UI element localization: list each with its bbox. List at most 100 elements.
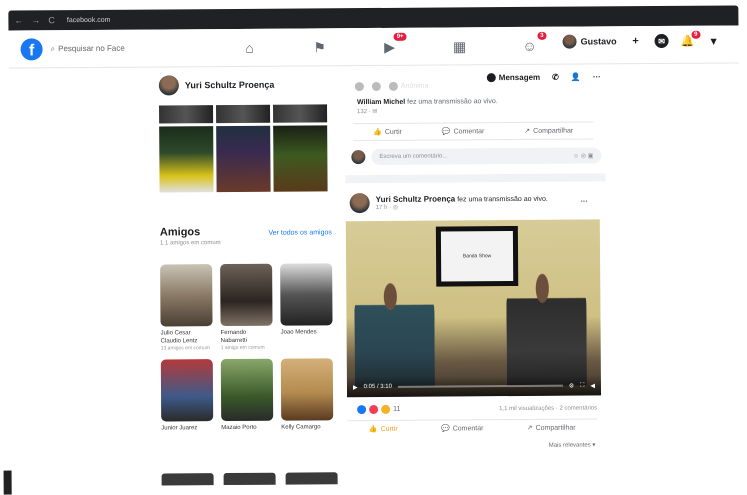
page-edge-shadow (3, 470, 12, 495)
share-icon: ↗ (524, 127, 531, 135)
message-button[interactable]: Mensagem (486, 73, 540, 83)
friend-card[interactable]: Kelly Camargo (280, 358, 334, 431)
home-icon[interactable]: ⌂ (239, 37, 261, 59)
photos-grid (159, 104, 332, 193)
post-author[interactable]: Yuri Schultz Proença (376, 194, 456, 204)
reload-icon[interactable]: C (48, 15, 55, 25)
profile-avatar[interactable] (158, 75, 179, 96)
friend-photo[interactable] (220, 358, 274, 422)
previous-post-meta: 132 · ✉ (357, 108, 378, 116)
thumbs-up-icon: 👍 (373, 128, 382, 136)
share-label: Compartilhar (533, 127, 574, 135)
friend-card[interactable]: Junior Juarez (160, 359, 214, 432)
tv-screen-text: Banda Show (440, 231, 514, 282)
video-glyph: ▶ (384, 38, 396, 55)
previous-post-action: fez uma transmissão ao vivo. (407, 98, 498, 106)
photo-thumb[interactable] (216, 125, 271, 193)
comment-tools-icons[interactable]: ☺ ◎ ▣ (573, 152, 593, 159)
friend-photo[interactable] (280, 263, 333, 326)
friends-grid: Julio Cesar Claudio Lentz 13 amigos em co… (160, 263, 334, 432)
profile-name[interactable]: Yuri Schultz Proença (185, 80, 275, 91)
photo-thumb[interactable] (216, 104, 271, 124)
post-views[interactable]: 1,1 mil visualizações · 2 comentários (499, 405, 597, 412)
share-button[interactable]: ↗ Compartilhar (527, 424, 576, 432)
fullscreen-icon[interactable]: ⛶ (580, 382, 584, 389)
friend-photo[interactable] (160, 359, 214, 422)
friend-name[interactable]: Fernando Nabarretti (221, 329, 273, 345)
friend-name[interactable]: Mazaio Porto (221, 424, 273, 432)
video-icon[interactable]: ▶ 9+ (379, 32, 407, 58)
feed-separator (345, 173, 606, 184)
groups-badge: 3 (537, 31, 547, 40)
account-menu-icon[interactable]: ▾ (707, 34, 721, 48)
messenger-icon[interactable]: ✉ (654, 33, 669, 49)
photo-thumb[interactable] (273, 125, 328, 192)
comment-button[interactable]: 💬 Comentar (442, 127, 485, 136)
more-options-icon[interactable]: ··· (593, 72, 601, 81)
home-glyph: ⌂ (245, 39, 254, 56)
photo-thumb[interactable] (159, 126, 214, 193)
marketplace-icon[interactable]: ▦ (449, 35, 471, 57)
forward-icon[interactable]: → (31, 15, 40, 25)
volume-icon[interactable]: ◀ (590, 382, 595, 389)
bell-icon[interactable]: 🔔 9 (681, 30, 701, 48)
address-bar[interactable]: facebook.com (67, 12, 733, 23)
guitar-player (354, 276, 435, 388)
search-input[interactable]: ⌕ Pesquisar no Face (51, 43, 181, 54)
like-label: Curtir (380, 425, 398, 433)
live-video[interactable]: Banda Show ▶ 0:05 / 3:10 ⚙ ⛶ ◀ (345, 219, 602, 398)
video-progress-bar[interactable] (397, 384, 563, 388)
see-all-friends-link[interactable]: Ver todos os amigos (268, 229, 331, 236)
account-area: Gustavo + ✉ 🔔 9 ▾ (562, 30, 721, 49)
accordion-player (506, 269, 587, 387)
comment-label: Comentar (452, 424, 484, 432)
back-icon[interactable]: ← (14, 15, 23, 25)
create-icon[interactable]: + (629, 34, 643, 48)
friend-name[interactable]: Kelly Camargo (281, 423, 333, 431)
settings-icon[interactable]: ⚙ (569, 382, 574, 389)
phone-icon[interactable]: ✆ (552, 73, 559, 82)
play-icon[interactable]: ▶ (353, 384, 358, 391)
most-relevant-dropdown[interactable]: Mais relevantes ▾ (347, 441, 596, 450)
friend-photo[interactable] (220, 263, 273, 327)
post-more-icon[interactable]: ··· (581, 198, 588, 205)
profile-header: Yuri Schultz Proença (158, 74, 331, 96)
comment-input[interactable]: Escreva um comentário... ☺ ◎ ▣ (371, 147, 602, 166)
like-label: Curtir (384, 128, 403, 136)
user-avatar (351, 150, 366, 165)
groups-icon[interactable]: ☺ 3 (519, 31, 547, 57)
friend-name[interactable]: Junior Juarez (161, 424, 213, 432)
like-button[interactable]: 👍 Curtir (373, 128, 402, 136)
post-author-avatar[interactable] (349, 193, 370, 214)
friend-card[interactable]: Joao Mendes (280, 263, 333, 350)
friends-header: Amigos Ver todos os amigos (160, 225, 332, 238)
comment-icon: 💬 (440, 425, 450, 433)
video-controls: ▶ 0:05 / 3:10 ⚙ ⛶ ◀ (346, 375, 602, 398)
share-button[interactable]: ↗ Compartilhar (524, 127, 573, 135)
photo-thumb[interactable] (285, 472, 338, 485)
photo-thumb[interactable] (223, 472, 276, 486)
marketplace-glyph: ▦ (452, 37, 467, 54)
add-friend-icon[interactable]: 👤 (571, 73, 581, 82)
like-button[interactable]: 👍 Curtir (369, 425, 398, 433)
friend-card[interactable]: Fernando Nabarretti 1 amigo em comum (220, 263, 273, 352)
feed-column: Mensagem ✆ 👤 ··· William Michel fez uma … (345, 72, 606, 450)
friend-name[interactable]: Julio Cesar Claudio Lentz (161, 329, 213, 345)
friend-photo[interactable] (160, 264, 213, 327)
comment-button[interactable]: 💬 Comentar (440, 424, 484, 433)
flag-icon[interactable]: ⚑ (309, 36, 331, 58)
friend-card[interactable]: Mazaio Porto (220, 358, 274, 432)
friend-name[interactable]: Joao Mendes (281, 328, 333, 336)
photo-thumb[interactable] (273, 104, 328, 123)
friend-photo[interactable] (280, 358, 334, 421)
friend-mutual: 13 amigos em comum (160, 345, 210, 352)
friend-card[interactable]: Julio Cesar Claudio Lentz 13 amigos em co… (160, 264, 213, 351)
user-profile-link[interactable]: Gustavo (562, 34, 617, 49)
post-reactions[interactable]: 11 1,1 mil visualizações · 2 comentários (347, 403, 603, 415)
share-icon: ↗ (526, 424, 533, 432)
facebook-logo[interactable]: f (20, 37, 43, 60)
photo-thumb[interactable] (161, 473, 214, 486)
friend-mutual: 1 amigo em comum (220, 344, 265, 352)
previous-post-author[interactable]: William Michel (357, 99, 405, 106)
photo-thumb[interactable] (159, 105, 214, 124)
